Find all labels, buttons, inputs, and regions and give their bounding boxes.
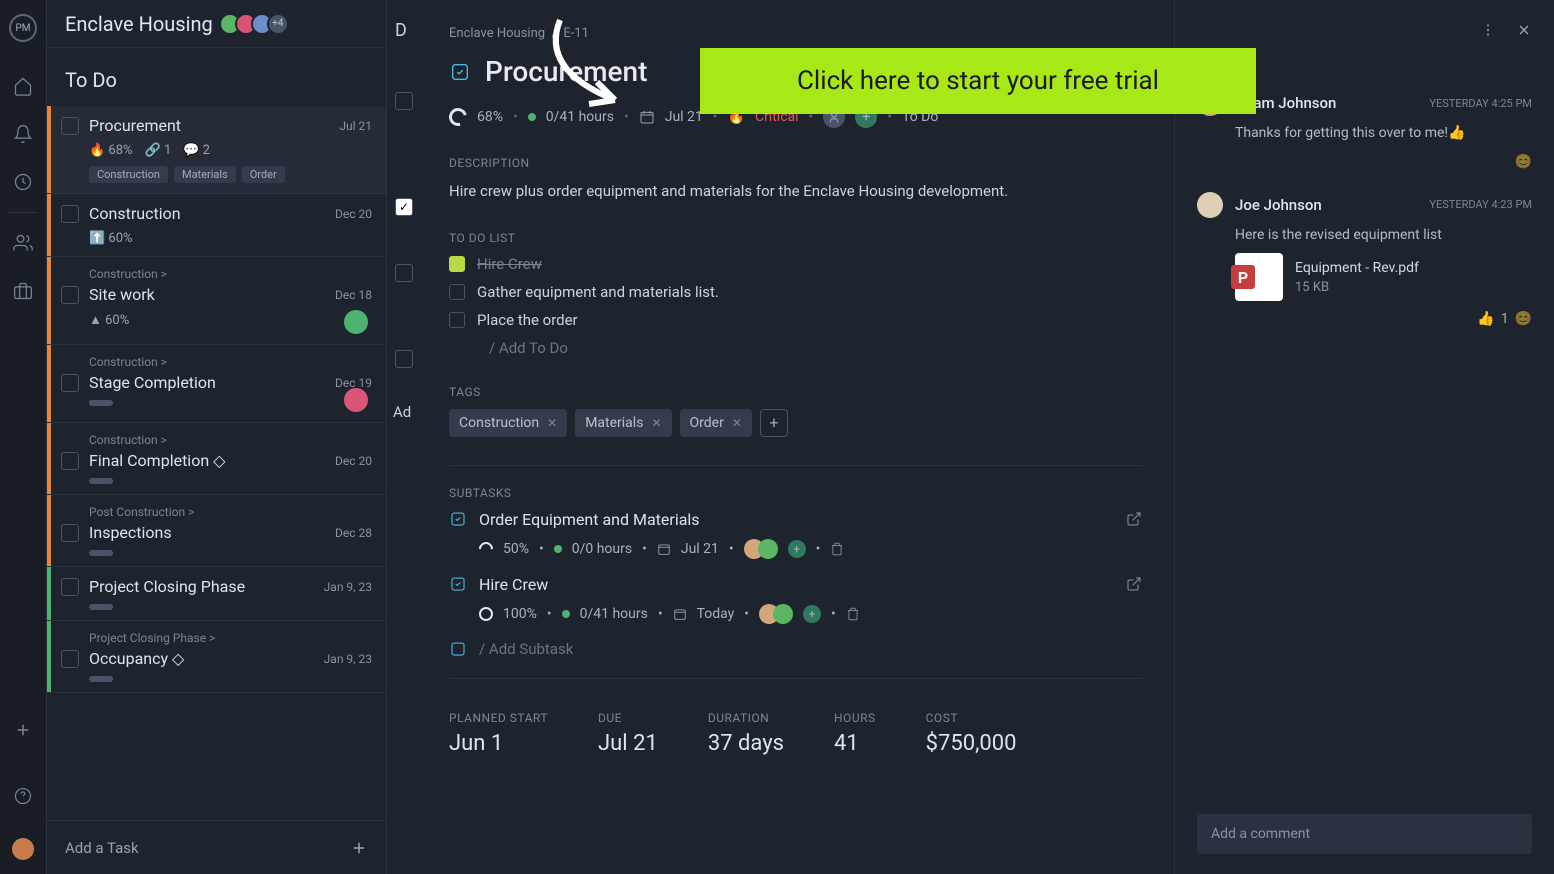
add-todo[interactable]: / Add To Do xyxy=(449,339,1142,357)
stat: DUEJul 21 xyxy=(598,711,658,756)
tag-chip[interactable]: Materials ✕ xyxy=(575,409,671,437)
todo-item[interactable]: Gather equipment and materials list. xyxy=(449,283,1142,301)
description[interactable]: Hire crew plus order equipment and mater… xyxy=(449,180,1142,203)
todo-item[interactable]: Place the order xyxy=(449,311,1142,329)
people-icon[interactable] xyxy=(13,233,33,253)
add-tag-button[interactable]: + xyxy=(760,409,788,437)
attachment[interactable]: PEquipment - Rev.pdf15 KB xyxy=(1235,253,1532,301)
task-detail: Enclave Housing / E-11 Procurement Done … xyxy=(417,0,1174,874)
task-card[interactable]: Construction >Final Completion ◇Dec 20 xyxy=(47,423,386,495)
help-icon[interactable] xyxy=(13,786,33,806)
secondary-column: D ✓ Ad xyxy=(387,0,417,874)
task-card[interactable]: Post Construction >InspectionsDec 28 xyxy=(47,495,386,567)
comments-panel: Adam JohnsonYESTERDAY 4:25 PMThanks for … xyxy=(1174,0,1554,874)
stat: PLANNED STARTJun 1 xyxy=(449,711,548,756)
task-card[interactable]: Project Closing PhaseJan 9, 23 xyxy=(47,567,386,621)
open-subtask-icon xyxy=(1126,511,1142,527)
app-logo[interactable]: PM xyxy=(9,14,37,42)
close-icon[interactable] xyxy=(1516,22,1532,38)
trash-icon xyxy=(846,607,860,621)
open-subtask-icon xyxy=(1126,576,1142,592)
promo-arrow xyxy=(530,10,670,130)
project-title: Enclave Housing xyxy=(65,12,213,36)
task-card[interactable]: Project Closing Phase >Occupancy ◇Jan 9,… xyxy=(47,621,386,693)
promo-banner[interactable]: Click here to start your free trial xyxy=(700,48,1256,114)
stat: DURATION37 days xyxy=(708,711,784,756)
notifications-icon[interactable] xyxy=(13,124,33,144)
add-task[interactable]: Add a Task xyxy=(47,820,386,874)
tag-chip[interactable]: Construction ✕ xyxy=(449,409,567,437)
clock-icon[interactable] xyxy=(13,172,33,192)
task-card[interactable]: ConstructionDec 20⬆️ 60% xyxy=(47,194,386,257)
subtask[interactable]: Order Equipment and Materials 50%•0/0 ho… xyxy=(449,510,1142,559)
trash-icon xyxy=(830,542,844,556)
section-title: To Do xyxy=(47,48,386,106)
stat: COST$750,000 xyxy=(926,711,1017,756)
comment: Joe JohnsonYESTERDAY 4:23 PMHere is the … xyxy=(1197,192,1532,328)
task-panel: Enclave Housing +4 To Do ProcurementJul … xyxy=(47,0,387,874)
plus-icon[interactable] xyxy=(13,720,33,740)
progress-ring-icon xyxy=(446,105,471,130)
user-avatar[interactable] xyxy=(12,838,34,860)
todo-item[interactable]: Hire Crew xyxy=(449,255,1142,273)
add-subtask[interactable]: / Add Subtask xyxy=(449,640,1142,658)
nav-rail: PM xyxy=(0,0,47,874)
task-card[interactable]: Construction >Stage CompletionDec 19 xyxy=(47,345,386,423)
home-icon[interactable] xyxy=(13,76,33,96)
task-card[interactable]: Construction >Site workDec 18▲ 60% xyxy=(47,257,386,345)
project-avatars[interactable]: +4 xyxy=(225,13,289,35)
tag-chip[interactable]: Order ✕ xyxy=(680,409,752,437)
task-card[interactable]: ProcurementJul 21🔥 68%🔗 1💬 2Construction… xyxy=(47,106,386,194)
stat: HOURS41 xyxy=(834,711,876,756)
add-comment-input[interactable]: Add a comment xyxy=(1197,814,1532,854)
more-icon[interactable] xyxy=(1480,22,1496,38)
briefcase-icon[interactable] xyxy=(13,281,33,301)
subtask[interactable]: Hire Crew 100%•0/41 hours•Today•+• xyxy=(449,575,1142,624)
task-icon xyxy=(449,61,471,83)
